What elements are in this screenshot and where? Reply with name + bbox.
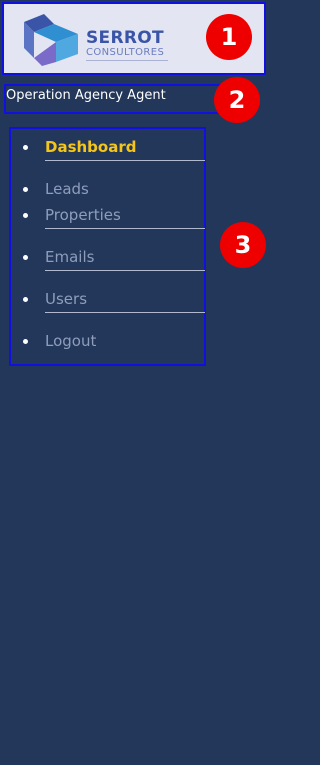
nav-label-properties: Properties <box>45 206 121 224</box>
bullet-icon <box>23 187 28 192</box>
annotation-badge-3: 3 <box>220 222 266 268</box>
annotation-badge-2: 2 <box>214 77 260 123</box>
annotation-badge-1: 1 <box>206 14 252 60</box>
nav-label-users: Users <box>45 290 88 308</box>
nav-divider <box>45 228 205 229</box>
bullet-icon <box>23 145 28 150</box>
bullet-icon <box>23 339 28 344</box>
bullet-icon <box>23 297 28 302</box>
role-label: Operation Agency Agent <box>4 84 222 114</box>
nav-label-dashboard: Dashboard <box>45 138 137 156</box>
brand-name: SERROT <box>86 28 164 48</box>
brand-divider <box>86 60 168 61</box>
nav-divider <box>45 312 205 313</box>
sidebar-nav: Dashboard Leads Properties Emails Users … <box>9 127 206 366</box>
bullet-icon <box>23 255 28 260</box>
serrot-logo-icon <box>24 14 78 66</box>
nav-divider <box>45 160 205 161</box>
nav-label-leads: Leads <box>45 180 89 198</box>
nav-divider <box>45 270 205 271</box>
nav-label-logout: Logout <box>45 332 97 350</box>
bullet-icon <box>23 213 28 218</box>
brand-subtitle: CONSULTORES <box>86 47 165 58</box>
nav-label-emails: Emails <box>45 248 95 266</box>
